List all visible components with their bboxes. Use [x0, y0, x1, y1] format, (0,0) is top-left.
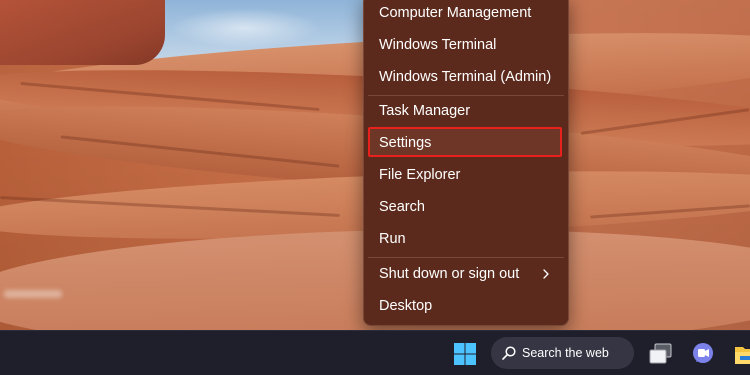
- menu-item-label: Windows Terminal: [379, 37, 497, 53]
- menu-item-label: File Explorer: [379, 167, 461, 183]
- wallpaper-rock-overhang: [0, 0, 165, 65]
- blurred-desktop-label: [4, 290, 62, 298]
- menu-item-task-manager[interactable]: Task Manager: [368, 97, 562, 125]
- menu-item-label: Task Manager: [379, 103, 471, 119]
- menu-item-file-explorer[interactable]: File Explorer: [368, 161, 562, 189]
- menu-item-search[interactable]: Search: [368, 193, 562, 221]
- menu-item-windows-terminal-admin[interactable]: Windows Terminal (Admin): [368, 63, 562, 91]
- menu-separator: [368, 95, 564, 96]
- menu-item-windows-terminal[interactable]: Windows Terminal: [368, 31, 562, 59]
- screen: Computer Management Windows Terminal Win…: [0, 0, 750, 375]
- chevron-right-icon: [543, 269, 549, 279]
- file-explorer-icon[interactable]: [732, 339, 750, 369]
- wallpaper-cloud: [170, 8, 320, 48]
- teams-chat-icon[interactable]: [688, 339, 718, 369]
- menu-item-settings[interactable]: Settings: [368, 129, 562, 157]
- search-icon: [502, 346, 516, 360]
- menu-item-label: Settings: [379, 135, 432, 151]
- windows-start-icon[interactable]: [450, 339, 480, 369]
- menu-item-desktop[interactable]: Desktop: [368, 292, 562, 320]
- search-box-label: Search the web: [522, 346, 609, 360]
- menu-item-label: Search: [379, 199, 425, 215]
- menu-item-label: Computer Management: [379, 5, 532, 21]
- taskbar-search-box[interactable]: Search the web: [491, 337, 634, 369]
- menu-item-label: Shut down or sign out: [379, 266, 520, 282]
- menu-item-computer-management[interactable]: Computer Management: [368, 0, 562, 27]
- menu-item-shut-down-or-sign-out[interactable]: Shut down or sign out: [368, 260, 562, 288]
- quick-link-context-menu: Computer Management Windows Terminal Win…: [363, 0, 569, 326]
- menu-item-label: Windows Terminal (Admin): [379, 69, 552, 85]
- menu-item-label: Run: [379, 231, 406, 247]
- task-view-icon[interactable]: [646, 339, 676, 369]
- menu-item-run[interactable]: Run: [368, 225, 562, 253]
- menu-item-label: Desktop: [379, 298, 433, 314]
- menu-separator: [368, 257, 564, 258]
- taskbar: Search the web: [0, 330, 750, 375]
